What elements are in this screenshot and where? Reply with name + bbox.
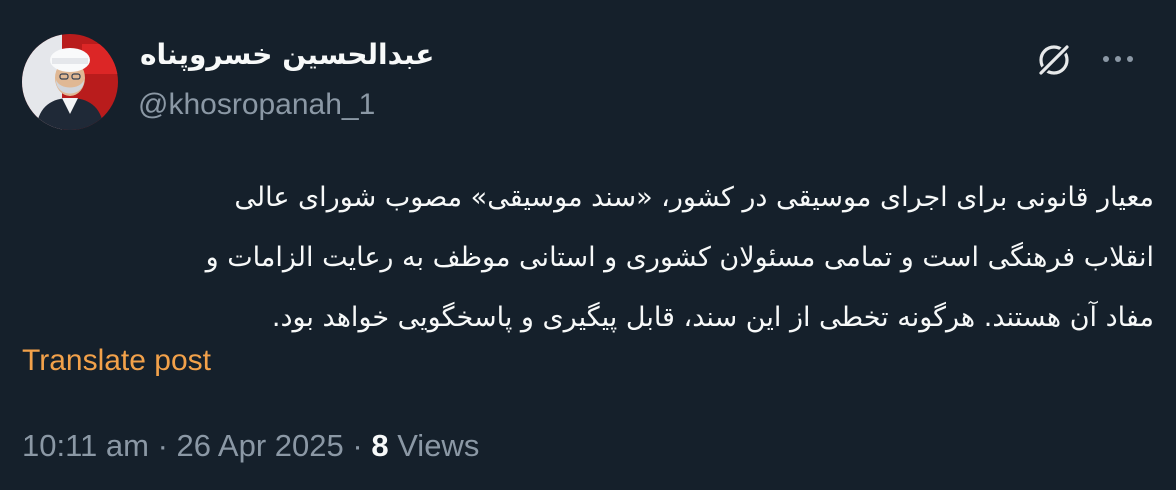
grok-icon[interactable] <box>1034 40 1074 80</box>
meta-separator: · <box>157 428 168 463</box>
tweet-card: عبدالحسین خسروپناه @khosropanah_1 معیار … <box>0 0 1176 490</box>
post-date[interactable]: 26 Apr 2025 <box>177 428 344 463</box>
avatar[interactable] <box>22 34 118 130</box>
post-text: معیار قانونی برای اجرای موسیقی در کشور، … <box>205 182 1154 333</box>
author-display-name[interactable]: عبدالحسین خسروپناه <box>140 38 434 71</box>
post-meta: 10:11 am · 26 Apr 2025 · 8 Views <box>22 428 479 464</box>
meta-separator: · <box>352 428 363 463</box>
post-time[interactable]: 10:11 am <box>22 428 149 463</box>
more-options-icon[interactable] <box>1098 44 1138 74</box>
views-label: Views <box>397 428 480 463</box>
views-count: 8 <box>371 428 389 463</box>
author-handle[interactable]: @khosropanah_1 <box>138 88 375 122</box>
translate-post-link[interactable]: Translate post <box>22 344 211 378</box>
